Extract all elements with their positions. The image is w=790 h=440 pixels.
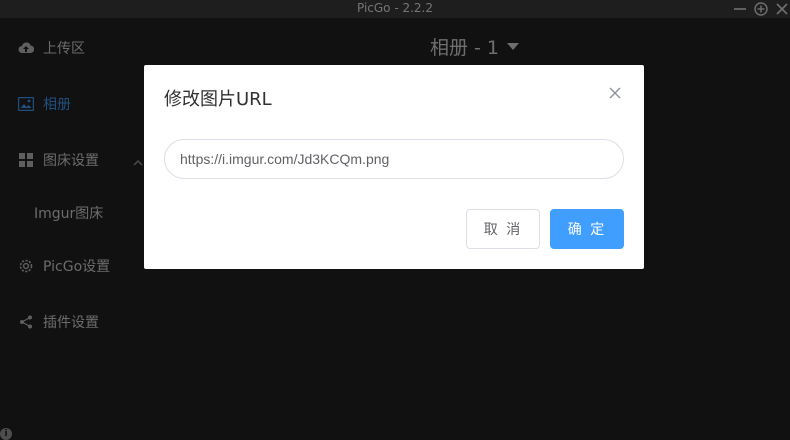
cancel-button[interactable]: 取 消 bbox=[466, 209, 540, 249]
close-icon bbox=[609, 87, 621, 99]
image-url-input[interactable] bbox=[164, 139, 624, 179]
dialog-close-button[interactable] bbox=[608, 85, 624, 101]
dialog-title: 修改图片URL bbox=[164, 89, 272, 110]
confirm-button[interactable]: 确 定 bbox=[550, 209, 624, 249]
edit-url-dialog: 修改图片URL 取 消 确 定 bbox=[144, 65, 644, 269]
